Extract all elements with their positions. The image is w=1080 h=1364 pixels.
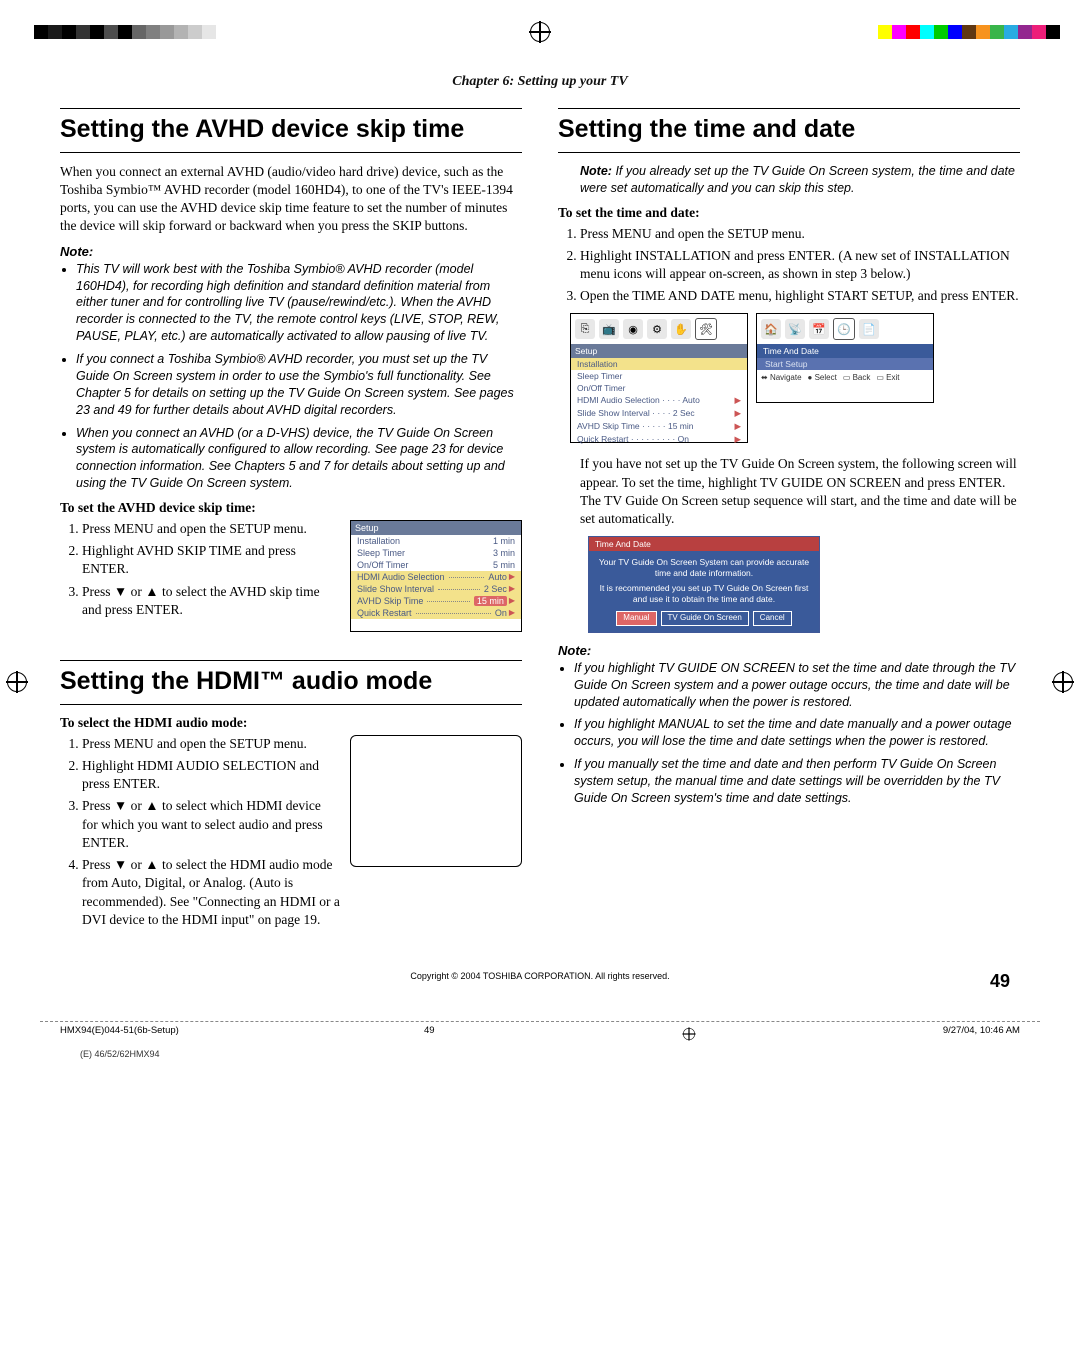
section-hdmi-heading: Setting the HDMI™ audio mode	[60, 660, 522, 705]
step-item: Press MENU and open the SETUP menu.	[82, 520, 340, 538]
note-item: This TV will work best with the Toshiba …	[76, 261, 522, 345]
menu-icon-selected: 🛠	[695, 318, 717, 340]
menu-icon: ⎘	[575, 319, 595, 339]
footer-file: HMX94(E)044-51(6b-Setup)	[60, 1025, 179, 1043]
section-timedate-heading: Setting the time and date	[558, 108, 1020, 153]
menu-icon: 📅	[809, 319, 829, 339]
gray-colorbar	[20, 25, 216, 39]
menu-icon: ⚙	[647, 319, 667, 339]
menu-icon: ◉	[623, 319, 643, 339]
menu-icon: 📺	[599, 319, 619, 339]
cancel-button: Cancel	[753, 611, 792, 625]
registration-cross-icon	[683, 1029, 694, 1040]
registration-marks-top	[20, 20, 1060, 44]
color-colorbar	[864, 25, 1060, 39]
step-item: Press ▼ or ▲ to select the AVHD skip tim…	[82, 583, 340, 619]
right-column: Setting the time and date Note: If you a…	[558, 108, 1020, 941]
timedate-setup-figure: ⎘ 📺 ◉ ⚙ ✋ 🛠 Setup Installation Sleep Tim…	[570, 313, 748, 443]
timedate-figures: ⎘ 📺 ◉ ⚙ ✋ 🛠 Setup Installation Sleep Tim…	[570, 313, 1020, 443]
hdmi-steps: Press MENU and open the SETUP menu. High…	[60, 735, 340, 933]
footer-page: 49	[424, 1025, 435, 1043]
avhd-setup-figure: Setup Installation1 min Sleep Timer3 min…	[350, 520, 522, 632]
timedate-dialog-figure: Time And Date Your TV Guide On Screen Sy…	[588, 536, 820, 633]
timedate-notes: If you highlight TV GUIDE ON SCREEN to s…	[558, 660, 1020, 807]
step-item: Press ▼ or ▲ to select which HDMI device…	[82, 797, 340, 852]
chapter-heading: Chapter 6: Setting up your TV	[60, 74, 1020, 90]
menu-icon: 📡	[785, 319, 805, 339]
hdmi-subhead: To select the HDMI audio mode:	[60, 715, 522, 731]
step-item: Highlight HDMI AUDIO SELECTION and press…	[82, 757, 340, 793]
page-number: 49	[990, 971, 1010, 992]
step-item: Press MENU and open the SETUP menu.	[580, 225, 1020, 243]
hdmi-figure-placeholder	[350, 735, 522, 867]
left-column: Setting the AVHD device skip time When y…	[60, 108, 522, 941]
timedate-top-note: Note: If you already set up the TV Guide…	[580, 163, 1020, 197]
timedate-mid-text: If you have not set up the TV Guide On S…	[580, 455, 1020, 528]
footer-timestamp: 9/27/04, 10:46 AM	[943, 1025, 1020, 1043]
timedate-menu-figure: 🏠 📡 📅 🕒 📄 Time And Date Start Setup ⬌ Na…	[756, 313, 934, 403]
note-heading: Note:	[60, 244, 522, 259]
edge-cross-left-icon	[8, 673, 26, 691]
timedate-steps: Press MENU and open the SETUP menu. High…	[558, 225, 1020, 306]
note-item: If you highlight MANUAL to set the time …	[574, 716, 1020, 750]
avhd-subhead: To set the AVHD device skip time:	[60, 500, 522, 516]
note-item: When you connect an AVHD (or a D-VHS) de…	[76, 425, 522, 493]
note-item: If you highlight TV GUIDE ON SCREEN to s…	[574, 660, 1020, 711]
figure-title: Setup	[351, 521, 521, 535]
note-item: If you connect a Toshiba Symbio® AVHD re…	[76, 351, 522, 419]
footer-metadata: HMX94(E)044-51(6b-Setup) 49 9/27/04, 10:…	[40, 1021, 1040, 1043]
tvguide-button: TV Guide On Screen	[661, 611, 749, 625]
menu-icon: 🏠	[761, 319, 781, 339]
registration-cross-icon	[531, 23, 549, 41]
avhd-notes: This TV will work best with the Toshiba …	[60, 261, 522, 492]
avhd-intro: When you connect an external AVHD (audio…	[60, 163, 522, 236]
step-item: Open the TIME AND DATE menu, highlight S…	[580, 287, 1020, 305]
step-item: Press MENU and open the SETUP menu.	[82, 735, 340, 753]
menu-icon: ✋	[671, 319, 691, 339]
step-item: Press ▼ or ▲ to select the HDMI audio mo…	[82, 856, 340, 929]
menu-icon-selected: 🕒	[833, 318, 855, 340]
edge-cross-right-icon	[1054, 673, 1072, 691]
note-item: If you manually set the time and date an…	[574, 756, 1020, 807]
copyright-text: Copyright © 2004 TOSHIBA CORPORATION. Al…	[60, 971, 1020, 981]
manual-button: Manual	[616, 611, 656, 625]
menu-icon: 📄	[859, 319, 879, 339]
step-item: Highlight INSTALLATION and press ENTER. …	[580, 247, 1020, 283]
step-item: Highlight AVHD SKIP TIME and press ENTER…	[82, 542, 340, 578]
timedate-subhead: To set the time and date:	[558, 205, 1020, 221]
note-heading: Note:	[558, 643, 1020, 658]
trim-id: (E) 46/52/62HMX94	[80, 1049, 1020, 1059]
avhd-steps: Press MENU and open the SETUP menu. High…	[60, 520, 340, 623]
section-avhd-skip-heading: Setting the AVHD device skip time	[60, 108, 522, 153]
